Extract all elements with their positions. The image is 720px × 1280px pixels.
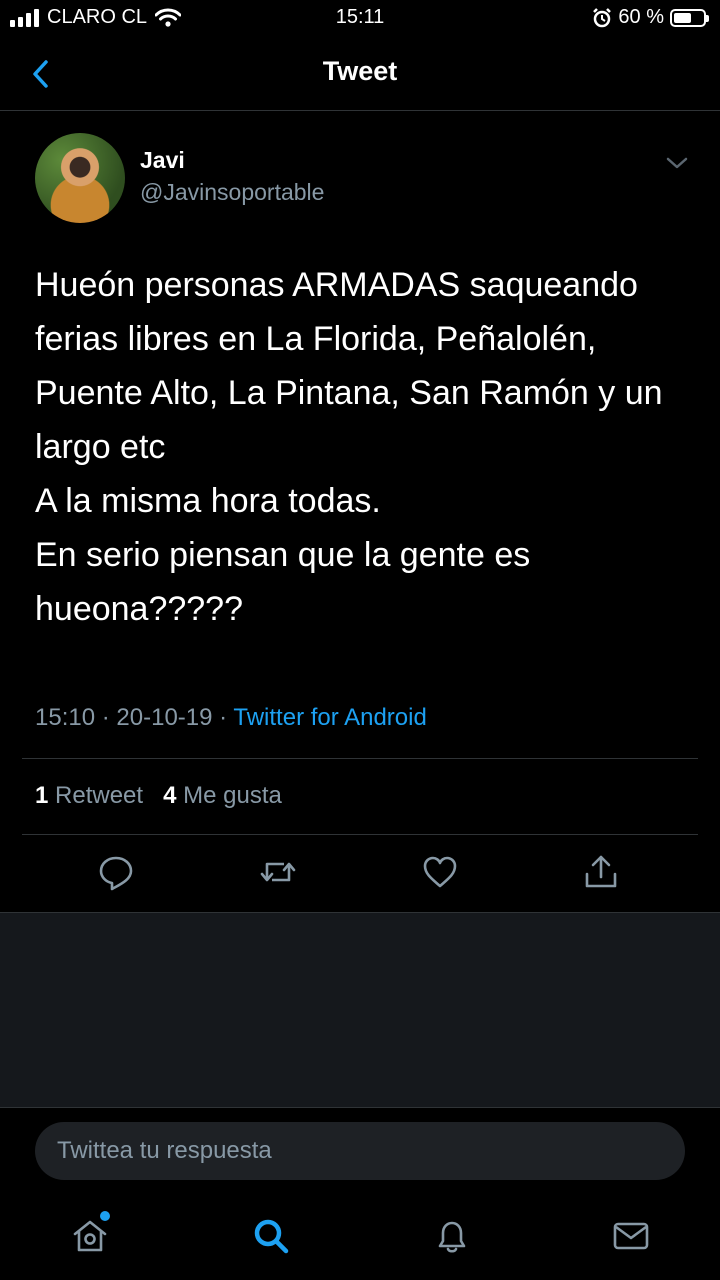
tweet-line: A la misma hora todas. — [35, 482, 381, 520]
tweet-line: ferias libres en La Florida, Peñalolén, — [35, 320, 597, 358]
like-label: Me gusta — [183, 782, 282, 809]
page-title: Tweet — [322, 56, 398, 86]
home-icon[interactable] — [70, 1216, 110, 1256]
battery-level — [674, 12, 691, 23]
replies-area — [0, 912, 720, 1107]
retweet-icon[interactable] — [258, 852, 298, 892]
divider — [22, 758, 698, 759]
tweet-stats: 1 Retweet 4 Me gusta — [35, 782, 282, 810]
like-count: 4 — [163, 782, 177, 809]
tweet-line: hueona????? — [35, 590, 244, 628]
tweet-line: Hueón personas ARMADAS saqueando — [35, 266, 638, 304]
meta-separator: · — [219, 704, 228, 731]
tweet-text: Hueón personas ARMADAS saqueando ferias … — [35, 258, 700, 636]
reply-icon[interactable] — [96, 852, 136, 892]
battery-percent: 60 % — [618, 6, 664, 28]
messages-icon[interactable] — [611, 1216, 651, 1256]
notifications-icon[interactable] — [432, 1216, 472, 1256]
tweet-time: 15:10 — [35, 704, 96, 731]
divider — [22, 834, 698, 835]
retweet-count: 1 — [35, 782, 49, 809]
tweet-source-link[interactable]: Twitter for Android — [233, 704, 426, 731]
author-handle[interactable]: @Javinsoportable — [140, 179, 324, 206]
header: Tweet — [0, 36, 720, 111]
tweet-line: Puente Alto, La Pintana, San Ramón y un — [35, 374, 663, 412]
alarm-icon — [593, 7, 612, 27]
status-bar: CLARO CL 15:11 60 % — [0, 0, 720, 36]
battery-icon — [670, 8, 709, 27]
tweet-line: largo etc — [35, 428, 166, 466]
tweet-date: 20-10-19 — [116, 704, 213, 731]
heart-icon[interactable] — [420, 852, 460, 892]
search-icon[interactable] — [251, 1216, 291, 1256]
likes-stat[interactable]: 4 Me gusta — [163, 782, 282, 809]
author-name[interactable]: Javi — [140, 147, 185, 174]
meta-separator: · — [101, 704, 110, 731]
new-content-dot — [100, 1211, 110, 1221]
tweet-line: En serio piensan que la gente es — [35, 536, 531, 574]
retweets-stat[interactable]: 1 Retweet — [35, 782, 143, 809]
avatar[interactable] — [35, 133, 125, 223]
retweet-label: Retweet — [55, 782, 144, 809]
tweet-meta: 15:10 · 20-10-19 · Twitter for Android — [35, 704, 427, 732]
share-icon[interactable] — [581, 852, 621, 892]
reply-input[interactable]: Twittea tu respuesta — [35, 1122, 685, 1180]
chevron-down-icon[interactable] — [664, 153, 690, 173]
status-right: 60 % — [592, 6, 709, 29]
